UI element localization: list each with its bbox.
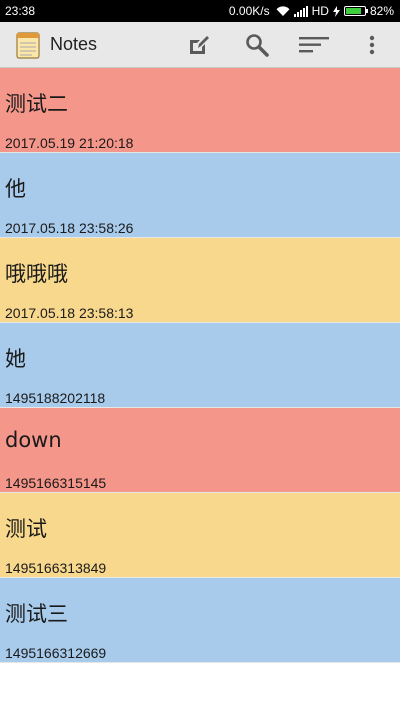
- note-item[interactable]: 她 1495188202118: [0, 323, 400, 408]
- notepad-icon: [16, 32, 40, 59]
- note-date: 1495166312669: [5, 645, 107, 661]
- sort-button[interactable]: [299, 31, 329, 59]
- note-date: 2017.05.18 23:58:13: [5, 305, 134, 321]
- notes-list: 测试二 2017.05.19 21:20:18 他 2017.05.18 23:…: [0, 68, 400, 663]
- status-bar: 23:38 0.00K/s HD 82%: [0, 0, 400, 22]
- note-title: 哦哦哦: [5, 262, 68, 286]
- note-item[interactable]: 测试三 1495166312669: [0, 578, 400, 663]
- battery-percent: 82%: [369, 4, 394, 18]
- battery-icon: [343, 6, 368, 16]
- new-note-button[interactable]: [184, 31, 214, 59]
- note-date: 2017.05.18 23:58:26: [5, 220, 134, 236]
- edit-icon: [190, 36, 209, 54]
- app-bar: Notes: [0, 22, 400, 68]
- search-button[interactable]: [242, 31, 272, 59]
- note-title: 他: [5, 177, 26, 201]
- note-item[interactable]: 哦哦哦 2017.05.18 23:58:13: [0, 238, 400, 323]
- note-item[interactable]: 测试 1495166313849: [0, 493, 400, 578]
- note-item[interactable]: 他 2017.05.18 23:58:26: [0, 153, 400, 238]
- network-type: HD: [311, 4, 329, 18]
- sort-icon: [299, 37, 329, 53]
- signal-icon: [293, 5, 308, 17]
- note-item[interactable]: 测试二 2017.05.19 21:20:18: [0, 68, 400, 153]
- charging-icon: [332, 5, 340, 17]
- status-time: 23:38: [5, 4, 36, 18]
- overflow-menu-button[interactable]: [357, 31, 387, 59]
- note-title: 她: [5, 347, 26, 371]
- note-title: 测试: [5, 517, 47, 541]
- note-title: 测试三: [5, 602, 68, 626]
- net-speed: 0.00K/s: [228, 4, 270, 18]
- wifi-icon: [276, 5, 290, 16]
- search-icon: [246, 34, 269, 57]
- note-date: 1495166313849: [5, 560, 107, 576]
- note-title: down: [5, 428, 62, 452]
- note-date: 1495166315145: [5, 475, 107, 491]
- overflow-menu-icon: [369, 35, 375, 55]
- note-title: 测试二: [5, 92, 68, 116]
- note-date: 2017.05.19 21:20:18: [5, 135, 134, 151]
- status-indicators: 0.00K/s HD 82%: [229, 4, 394, 18]
- note-item[interactable]: down 1495166315145: [0, 408, 400, 493]
- note-date: 1495188202118: [5, 390, 106, 406]
- page-title: Notes: [50, 34, 98, 54]
